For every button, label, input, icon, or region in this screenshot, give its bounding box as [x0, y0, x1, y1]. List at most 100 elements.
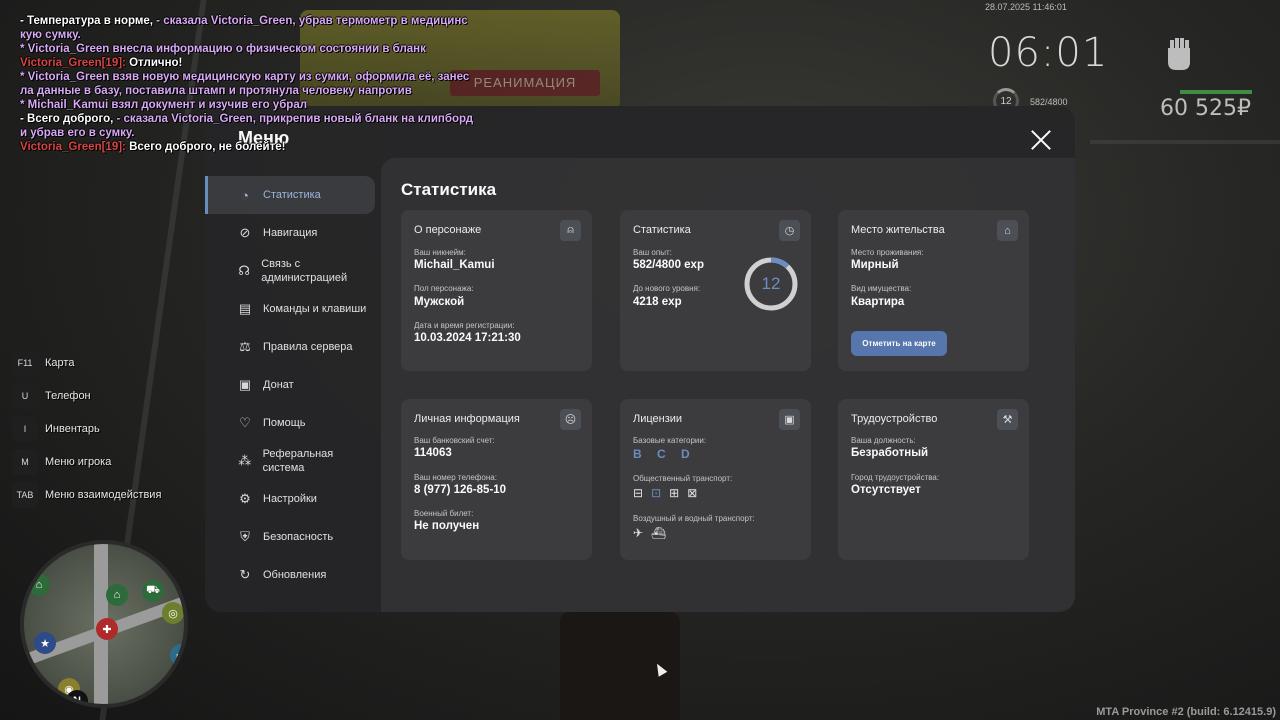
nav-label: Безопасность — [263, 531, 334, 543]
keybind-row[interactable]: U Телефон — [12, 379, 161, 412]
house-icon: ⌂ — [106, 584, 128, 606]
money-display: 60 525₽ — [1160, 96, 1251, 121]
position-label: Ваша должность: — [851, 436, 916, 445]
menu-sidebar: ◔ Статистика ⊘ Навигация ☊ Связь с администра… — [205, 176, 375, 594]
mark-on-map-button[interactable]: Отметить на карте — [851, 331, 947, 356]
card-stats: Статистика ◷ Ваш опыт: 582/4800 exp До н… — [620, 210, 811, 371]
card-title: Лицензии — [633, 413, 683, 425]
chat-text: * Victoria_Green внесла информацию о физ… — [20, 43, 426, 55]
chat-text: и убрав его в сумку. — [20, 127, 135, 139]
gender-label: Пол персонажа: — [414, 284, 474, 293]
bank-label: Ваш банковский счет: — [414, 436, 495, 445]
key-label: Инвентарь — [45, 422, 100, 435]
nickname-value: Michail_Kamui — [414, 259, 495, 271]
keybind-row[interactable]: M Меню игрока — [12, 445, 161, 478]
card-licenses: Лицензии ▣ Базовые категории: B C D Обще… — [620, 399, 811, 560]
bank-icon: ⌂ — [28, 574, 50, 596]
nav-item[interactable]: ⊘ Навигация — [205, 214, 375, 252]
chat-text: - сказала Victoria_Green, прикрепив новы… — [116, 113, 474, 125]
face-icon[interactable]: ☹ — [560, 409, 581, 430]
nav-label: Реферальная система — [262, 448, 334, 474]
card-title: Трудоустройство — [851, 413, 938, 425]
build-info: MTA Province #2 (build: 6.12415.9) — [1096, 706, 1276, 718]
network-icon: ⁂ — [238, 453, 252, 468]
next-level-value: 4218 exp — [633, 296, 682, 308]
nav-item[interactable]: ⚖ Правила сервера — [205, 328, 375, 366]
card-title: О персонаже — [414, 224, 482, 236]
nav-label: Помощь — [263, 417, 306, 429]
nav-label: Команды и клавиши — [263, 303, 367, 315]
nav-label: Связь с администрацией — [261, 258, 348, 284]
clock-icon[interactable]: ◷ — [779, 220, 800, 241]
property-label: Вид имущества: — [851, 284, 912, 293]
user-stamp-icon[interactable]: ⍝ — [560, 220, 581, 241]
fist-icon — [1168, 38, 1190, 70]
nav-item[interactable]: ♡ Помощь — [205, 404, 375, 442]
player-menu: Меню ◔ Статистика ⊘ Навигация ☊ Связь с админ… — [205, 106, 1075, 612]
nav-item[interactable]: ☊ Связь с администрацией — [205, 252, 375, 290]
nav-label: Правила сервера — [263, 341, 353, 353]
chat-text: - Температура в норме, — [20, 15, 157, 27]
wallet-icon: ▣ — [238, 377, 252, 392]
key-label: Меню взаимодействия — [45, 488, 162, 501]
nav-item[interactable]: ⁂ Реферальная система — [205, 442, 375, 480]
key-label: Меню игрока — [45, 455, 112, 468]
level-number: 12 — [761, 274, 781, 293]
air-water-label: Воздушный и водный транспорт: — [633, 514, 755, 523]
id-card-icon[interactable]: ▣ — [779, 409, 800, 430]
key-cap: F11 — [12, 349, 38, 376]
hammer-icon[interactable]: ⚒ — [997, 409, 1018, 430]
exp-value: 582/4800 exp — [633, 259, 704, 271]
gear-icon: ⚙ — [239, 491, 251, 506]
keybind-row[interactable]: TAB Меню взаимодействия — [12, 478, 161, 511]
nav-item[interactable]: ↻ Обновления — [205, 556, 375, 594]
date-time: 28.07.2025 11:46:01 — [985, 2, 1067, 12]
card-job: Трудоустройство ⚒ Ваша должность: Безраб… — [838, 399, 1029, 560]
nav-label: Навигация — [263, 227, 318, 239]
key-cap: M — [12, 448, 38, 475]
key-label: Телефон — [45, 389, 91, 402]
key-cap: U — [12, 382, 38, 409]
target-icon: ◎ — [162, 602, 184, 624]
nav-item[interactable]: ▤ Команды и клавиши — [205, 290, 375, 328]
plane-icon: ✈ — [633, 526, 644, 540]
health-bar — [1180, 90, 1252, 94]
registration-label: Дата и время регистрации: — [414, 321, 515, 330]
home-icon[interactable]: ⌂ — [997, 220, 1018, 241]
property-value: Квартира — [851, 296, 905, 308]
next-level-label: До нового уровня: — [633, 284, 701, 293]
pie-chart-icon: ◔ — [241, 187, 249, 203]
card-residence: Место жительства ⌂ Место проживания: Мир… — [838, 210, 1029, 371]
document-icon: ▤ — [238, 301, 252, 316]
coach-icon: ⊠ — [687, 486, 698, 500]
nav-label: Статистика — [263, 189, 321, 201]
headset-icon: ☊ — [238, 263, 250, 278]
phone-value: 8 (977) 126-85-10 — [414, 484, 507, 496]
gender-value: Мужской — [414, 296, 465, 308]
close-icon[interactable] — [1029, 128, 1053, 152]
public-transport-icons: ⊟ ⊡ ⊞ ⊠ — [633, 486, 697, 500]
job-city-label: Город трудоустройства: — [851, 473, 940, 482]
key-label: Карта — [45, 356, 75, 369]
chat-line: Victoria_Green[19]: Отлично! — [20, 56, 480, 70]
card-title: Статистика — [633, 224, 691, 236]
chat-text: Отлично! — [129, 57, 183, 69]
nav-item[interactable]: ⚙ Настройки — [205, 480, 375, 518]
chat-line: кую сумку. — [20, 28, 480, 42]
keybind-row[interactable]: I Инвентарь — [12, 412, 161, 445]
helicopter-icon: ⛴ — [651, 526, 667, 540]
card-personal: Личная информация ☹ Ваш банковский счет:… — [401, 399, 592, 560]
key-cap: TAB — [12, 481, 38, 508]
nav-item[interactable]: ⛨ Безопасность — [205, 518, 375, 556]
chat-line: - Всего доброго, - сказала Victoria_Gree… — [20, 112, 480, 126]
key-cap: I — [12, 415, 38, 442]
job-city-value: Отсутствует — [851, 484, 921, 496]
bank-value: 114063 — [414, 447, 452, 459]
nav-item[interactable]: ◔ Статистика — [205, 176, 375, 214]
keybind-list: F11 Карта U Телефон I Инвентарь M Меню игрока TA… — [12, 346, 161, 511]
nav-label: Настройки — [263, 493, 317, 505]
chat-text: кую сумку. — [20, 29, 81, 41]
exp-label: Ваш опыт: — [633, 248, 672, 257]
keybind-row[interactable]: F11 Карта — [12, 346, 161, 379]
nav-item[interactable]: ▣ Донат — [205, 366, 375, 404]
